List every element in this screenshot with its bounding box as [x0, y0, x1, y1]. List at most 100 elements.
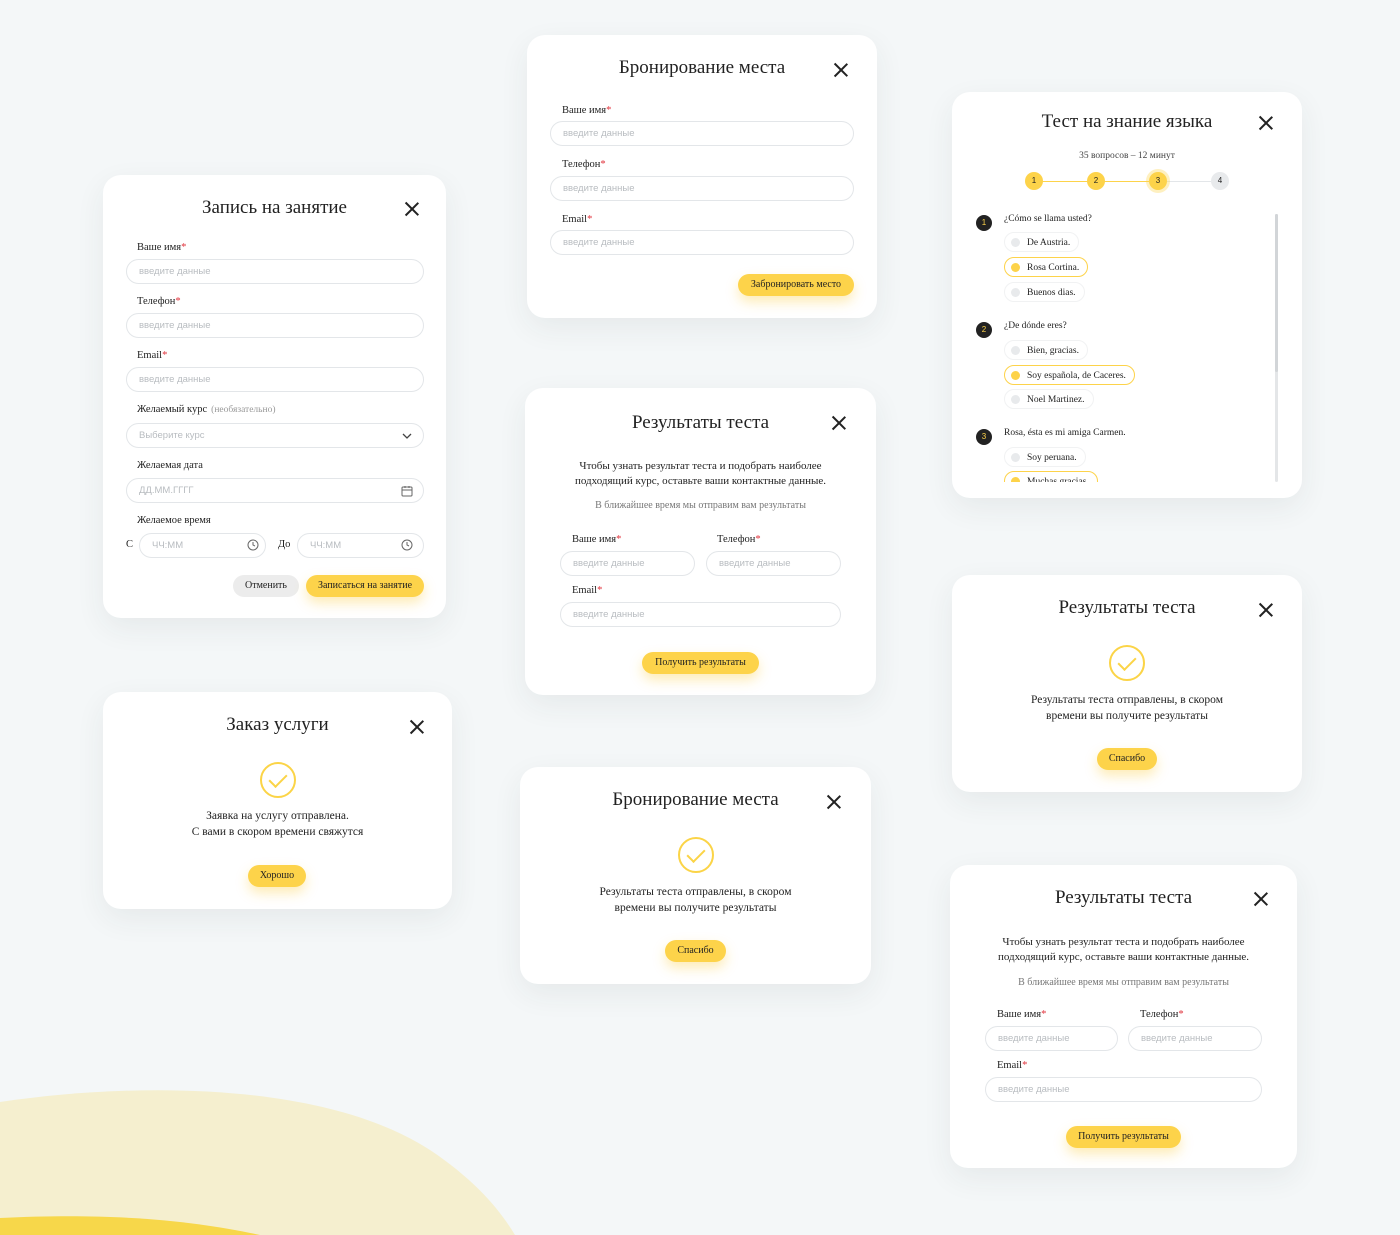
test-results-modal-2: Результаты теста Чтобы узнать результат …	[950, 865, 1297, 1168]
close-icon[interactable]	[405, 202, 419, 216]
modal-title: Результаты теста	[1058, 597, 1196, 618]
intro-line2: подходящий курс, оставьте ваши контактны…	[574, 475, 827, 487]
close-icon[interactable]	[832, 416, 846, 430]
phone-input[interactable]	[126, 313, 424, 338]
modal-title: Бронирование места	[618, 57, 786, 78]
answer-option[interactable]: Bien, gracias.	[1004, 340, 1088, 360]
email-label: Email*	[572, 585, 603, 596]
ok-button[interactable]: Хорошо	[248, 865, 306, 887]
check-circle-icon	[260, 762, 296, 798]
close-icon[interactable]	[827, 795, 841, 809]
results-note: В ближайшее время мы отправим вам резуль…	[1018, 977, 1229, 988]
email-input[interactable]	[126, 367, 424, 392]
questions-list[interactable]: 1 ¿Cómo se llama usted? De Austria. Rosa…	[952, 207, 1302, 482]
name-label: Ваше имя*	[562, 105, 612, 116]
check-circle-icon	[1109, 645, 1145, 681]
answer-option-selected[interactable]: Muchas gracias.	[1004, 471, 1098, 482]
chevron-down-icon[interactable]	[401, 430, 413, 442]
success-message-line2: С вами в скором времени свяжутся	[191, 826, 364, 838]
question-text: ¿Cómo se llama usted?	[1004, 214, 1092, 224]
name-label: Ваше имя*	[572, 534, 622, 545]
name-input[interactable]	[550, 121, 854, 146]
success-message-line2: времени вы получите результаты	[1046, 710, 1208, 722]
clock-icon[interactable]	[401, 539, 413, 551]
name-input[interactable]	[126, 259, 424, 284]
success-message-line2: времени вы получите результаты	[614, 902, 777, 914]
results-note: В ближайшее время мы отправим вам резуль…	[595, 500, 806, 511]
phone-label: Телефон*	[137, 296, 181, 307]
date-input[interactable]	[126, 478, 424, 503]
book-seat-button[interactable]: Забронировать место	[738, 274, 854, 296]
email-label: Email*	[562, 214, 593, 225]
calendar-icon[interactable]	[401, 485, 413, 497]
cancel-button[interactable]: Отменить	[233, 575, 299, 597]
question-number: 3	[976, 429, 992, 445]
thanks-button[interactable]: Спасибо	[1097, 748, 1157, 770]
name-label: Ваше имя*	[997, 1009, 1047, 1020]
answer-option-selected[interactable]: Rosa Cortina.	[1004, 257, 1089, 277]
success-message-line1: Результаты теста отправлены, в скором	[599, 886, 792, 898]
email-input[interactable]	[985, 1077, 1262, 1102]
test-results-modal: Результаты теста Чтобы узнать результат …	[525, 388, 876, 695]
email-input[interactable]	[560, 602, 841, 627]
name-input[interactable]	[985, 1026, 1118, 1051]
intro-line1: Чтобы узнать результат теста и подобрать…	[579, 460, 822, 472]
name-input[interactable]	[560, 551, 695, 576]
clock-icon[interactable]	[247, 539, 259, 551]
test-results-success-modal: Результаты теста Результаты теста отправ…	[952, 575, 1302, 792]
phone-input[interactable]	[1128, 1026, 1262, 1051]
success-message-line1: Результаты теста отправлены, в скором	[1031, 694, 1223, 706]
close-icon[interactable]	[1259, 116, 1273, 130]
name-label: Ваше имя*	[137, 242, 187, 253]
check-circle-icon	[678, 837, 714, 873]
question-text: Rosa, ésta es mi amiga Carmen.	[1004, 428, 1126, 438]
question-number: 1	[976, 215, 992, 231]
step-2[interactable]: 2	[1087, 172, 1105, 190]
course-select[interactable]	[126, 423, 424, 448]
modal-title: Бронирование места	[612, 789, 779, 810]
modal-title: Тест на знание языка	[1041, 111, 1213, 132]
course-label: Желаемый курс (необязательно)	[137, 404, 276, 415]
booking-success-modal: Бронирование места Результаты теста отпр…	[520, 767, 871, 984]
test-meta: 35 вопросов – 12 минут	[1079, 151, 1175, 161]
email-label: Email*	[137, 350, 168, 361]
thanks-button[interactable]: Спасибо	[665, 940, 726, 962]
modal-title: Заказ услуги	[226, 714, 329, 735]
phone-input[interactable]	[550, 176, 854, 201]
modal-title: Результаты теста	[1054, 887, 1193, 908]
phone-label: Телефон*	[1140, 1009, 1184, 1020]
close-icon[interactable]	[410, 720, 424, 734]
question-number: 2	[976, 322, 992, 338]
intro-line2: подходящий курс, оставьте ваши контактны…	[997, 951, 1250, 963]
phone-label: Телефон*	[562, 159, 606, 170]
phone-label: Телефон*	[717, 534, 761, 545]
answer-option[interactable]: De Austria.	[1004, 232, 1080, 252]
get-results-button[interactable]: Получить результаты	[1066, 1126, 1181, 1148]
email-label: Email*	[997, 1060, 1028, 1071]
step-1[interactable]: 1	[1025, 172, 1043, 190]
time-to-label: До	[278, 539, 291, 550]
answer-option-selected[interactable]: Soy española, de Caceres.	[1004, 365, 1135, 385]
time-from-label: С	[126, 539, 134, 550]
success-message-line1: Заявка на услугу отправлена.	[206, 810, 349, 822]
phone-input[interactable]	[706, 551, 841, 576]
modal-title: Результаты теста	[631, 412, 770, 433]
submit-lesson-button[interactable]: Записаться на занятие	[306, 575, 424, 597]
modal-title: Запись на занятие	[202, 197, 347, 218]
date-label: Желаемая дата	[137, 460, 203, 471]
close-icon[interactable]	[1254, 892, 1268, 906]
answer-option[interactable]: Noel Martinez.	[1004, 389, 1094, 409]
get-results-button[interactable]: Получить результаты	[642, 652, 759, 674]
answer-option[interactable]: Buenos dias.	[1004, 282, 1085, 302]
step-4[interactable]: 4	[1211, 172, 1229, 190]
language-test-modal: Тест на знание языка 35 вопросов – 12 ми…	[952, 92, 1302, 498]
email-input[interactable]	[550, 230, 854, 255]
close-icon[interactable]	[1259, 603, 1273, 617]
service-order-modal: Заказ услуги Заявка на услугу отправлена…	[103, 692, 452, 909]
answer-option[interactable]: Soy peruana.	[1004, 447, 1086, 467]
time-label: Желаемое время	[137, 515, 211, 526]
close-icon[interactable]	[834, 63, 848, 77]
scrollbar-thumb[interactable]	[1275, 214, 1278, 372]
step-3[interactable]: 3	[1149, 172, 1167, 190]
intro-line1: Чтобы узнать результат теста и подобрать…	[1002, 936, 1245, 948]
